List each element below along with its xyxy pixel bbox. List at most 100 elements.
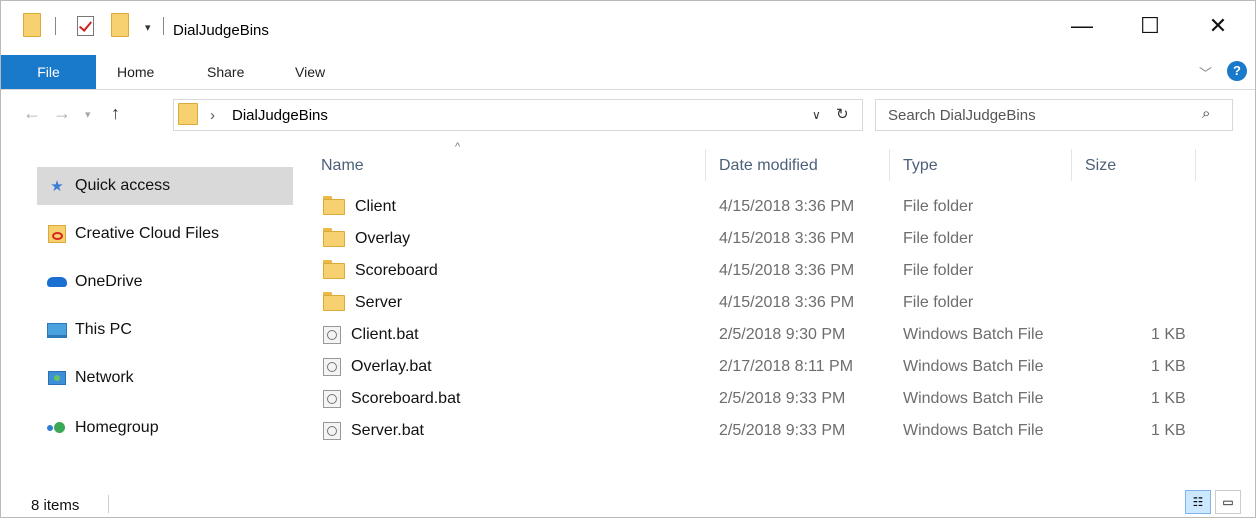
column-divider[interactable] [1195,149,1196,181]
item-type: File folder [903,262,974,279]
item-name: Scoreboard [323,255,438,287]
this-pc-icon [47,320,67,340]
status-separator [108,495,109,513]
item-name-text: Client [355,198,396,215]
title-bar: ▾ DialJudgeBins — ☐ ✕ [1,1,1255,51]
onedrive-icon [47,272,67,292]
sidebar-item-label: This PC [75,321,132,338]
column-header-date[interactable]: Date modified [719,151,818,181]
sidebar-item-creative-cloud[interactable]: Creative Cloud Files [37,215,293,253]
item-type: Windows Batch File [903,326,1044,343]
breadcrumb-item[interactable]: DialJudgeBins [232,107,328,124]
large-icons-view-icon[interactable]: ▭ [1215,490,1241,514]
sidebar-item-onedrive[interactable]: OneDrive [37,263,293,301]
batch-file-icon [323,358,341,376]
back-icon[interactable]: ← [23,103,41,124]
file-list: ^ Name Date modified Type Size Client 4/… [297,141,1255,481]
list-item[interactable]: Client.bat 2/5/2018 9:30 PM Windows Batc… [317,319,1217,351]
item-date: 2/17/2018 8:11 PM [719,358,854,375]
homegroup-icon [47,418,67,438]
item-name-text: Overlay [355,230,411,247]
column-divider[interactable] [1071,149,1072,181]
item-date: 2/5/2018 9:30 PM [719,326,846,343]
item-size: 1 KB [1151,390,1186,407]
sidebar-item-homegroup[interactable]: Homegroup [37,409,293,447]
item-name-text: Server [355,294,403,311]
address-row: ← → ▾ ↑ › DialJudgeBins ∨ ↻ Search DialJ… [1,97,1255,135]
item-size: 1 KB [1151,358,1186,375]
up-icon[interactable]: ↑ [111,103,120,124]
item-name: Client.bat [323,319,419,351]
sidebar-item-quick-access[interactable]: ★ Quick access [37,167,293,205]
properties-icon[interactable] [77,16,94,36]
folder-icon [323,196,345,215]
column-divider[interactable] [889,149,890,181]
expand-ribbon-icon[interactable]: ﹀ [1199,63,1212,82]
close-button[interactable]: ✕ [1187,1,1249,51]
column-header-size[interactable]: Size [1085,151,1116,181]
item-type: Windows Batch File [903,358,1044,375]
item-name: Scoreboard.bat [323,383,460,415]
item-name-text: Server.bat [351,422,424,439]
new-folder-icon[interactable] [111,13,129,37]
list-item[interactable]: Overlay.bat 2/17/2018 8:11 PM Windows Ba… [317,351,1217,383]
item-name-text: Client.bat [351,326,419,343]
list-item[interactable]: Server.bat 2/5/2018 9:33 PM Windows Batc… [317,415,1217,447]
customize-toolbar-icon[interactable]: ▾ [145,21,151,34]
address-history-icon[interactable]: ∨ [812,108,821,122]
item-date: 2/5/2018 9:33 PM [719,390,846,407]
navigation-pane: ★ Quick access Creative Cloud Files OneD… [1,141,293,481]
item-name: Server [323,287,402,319]
sidebar-item-network[interactable]: Network [37,359,293,397]
search-icon: ⌕ [1202,105,1211,122]
toolbar-separator [55,17,56,35]
column-divider[interactable] [705,149,706,181]
folder-icon [178,103,198,125]
tab-share[interactable]: Share [207,55,244,89]
minimize-button[interactable]: — [1051,1,1113,51]
list-item[interactable]: Scoreboard.bat 2/5/2018 9:33 PM Windows … [317,383,1217,415]
ribbon-divider [1,89,1255,90]
tab-home[interactable]: Home [117,55,154,89]
search-input[interactable]: Search DialJudgeBins ⌕ [875,99,1233,131]
item-type: Windows Batch File [903,390,1044,407]
column-header-type[interactable]: Type [903,151,938,181]
search-placeholder: Search DialJudgeBins [888,107,1036,124]
column-header-name[interactable]: Name [321,151,364,181]
recent-locations-icon[interactable]: ▾ [85,108,91,121]
item-name-text: Scoreboard [355,262,438,279]
item-date: 4/15/2018 3:36 PM [719,294,855,311]
item-type: Windows Batch File [903,422,1044,439]
tab-view[interactable]: View [295,55,325,89]
window-title: DialJudgeBins [173,22,269,39]
tab-file[interactable]: File [1,55,96,89]
sidebar-item-this-pc[interactable]: This PC [37,311,293,349]
batch-file-icon [323,422,341,440]
folder-icon [323,292,345,311]
item-name: Overlay.bat [323,351,432,383]
list-item[interactable]: Client 4/15/2018 3:36 PM File folder [317,191,1217,223]
star-icon: ★ [50,178,64,195]
item-date: 4/15/2018 3:36 PM [719,262,855,279]
item-type: File folder [903,294,974,311]
maximize-button[interactable]: ☐ [1119,1,1181,51]
item-name-text: Overlay.bat [351,358,432,375]
details-view-icon[interactable]: ☷ [1185,490,1211,514]
toolbar-separator [163,17,164,35]
item-name-text: Scoreboard.bat [351,390,461,407]
address-bar[interactable]: › DialJudgeBins ∨ ↻ [173,99,863,131]
item-count: 8 items [31,497,80,514]
item-date: 2/5/2018 9:33 PM [719,422,846,439]
list-item[interactable]: Overlay 4/15/2018 3:36 PM File folder [317,223,1217,255]
item-size: 1 KB [1151,326,1186,343]
list-item[interactable]: Scoreboard 4/15/2018 3:36 PM File folder [317,255,1217,287]
refresh-icon[interactable]: ↻ [836,105,849,123]
sidebar-item-label: OneDrive [75,273,143,290]
batch-file-icon [323,390,341,408]
list-item[interactable]: Server 4/15/2018 3:36 PM File folder [317,287,1217,319]
forward-icon[interactable]: → [53,103,71,124]
help-icon[interactable]: ? [1227,61,1247,81]
network-icon [47,368,67,388]
item-type: File folder [903,198,974,215]
item-date: 4/15/2018 3:36 PM [719,198,855,215]
